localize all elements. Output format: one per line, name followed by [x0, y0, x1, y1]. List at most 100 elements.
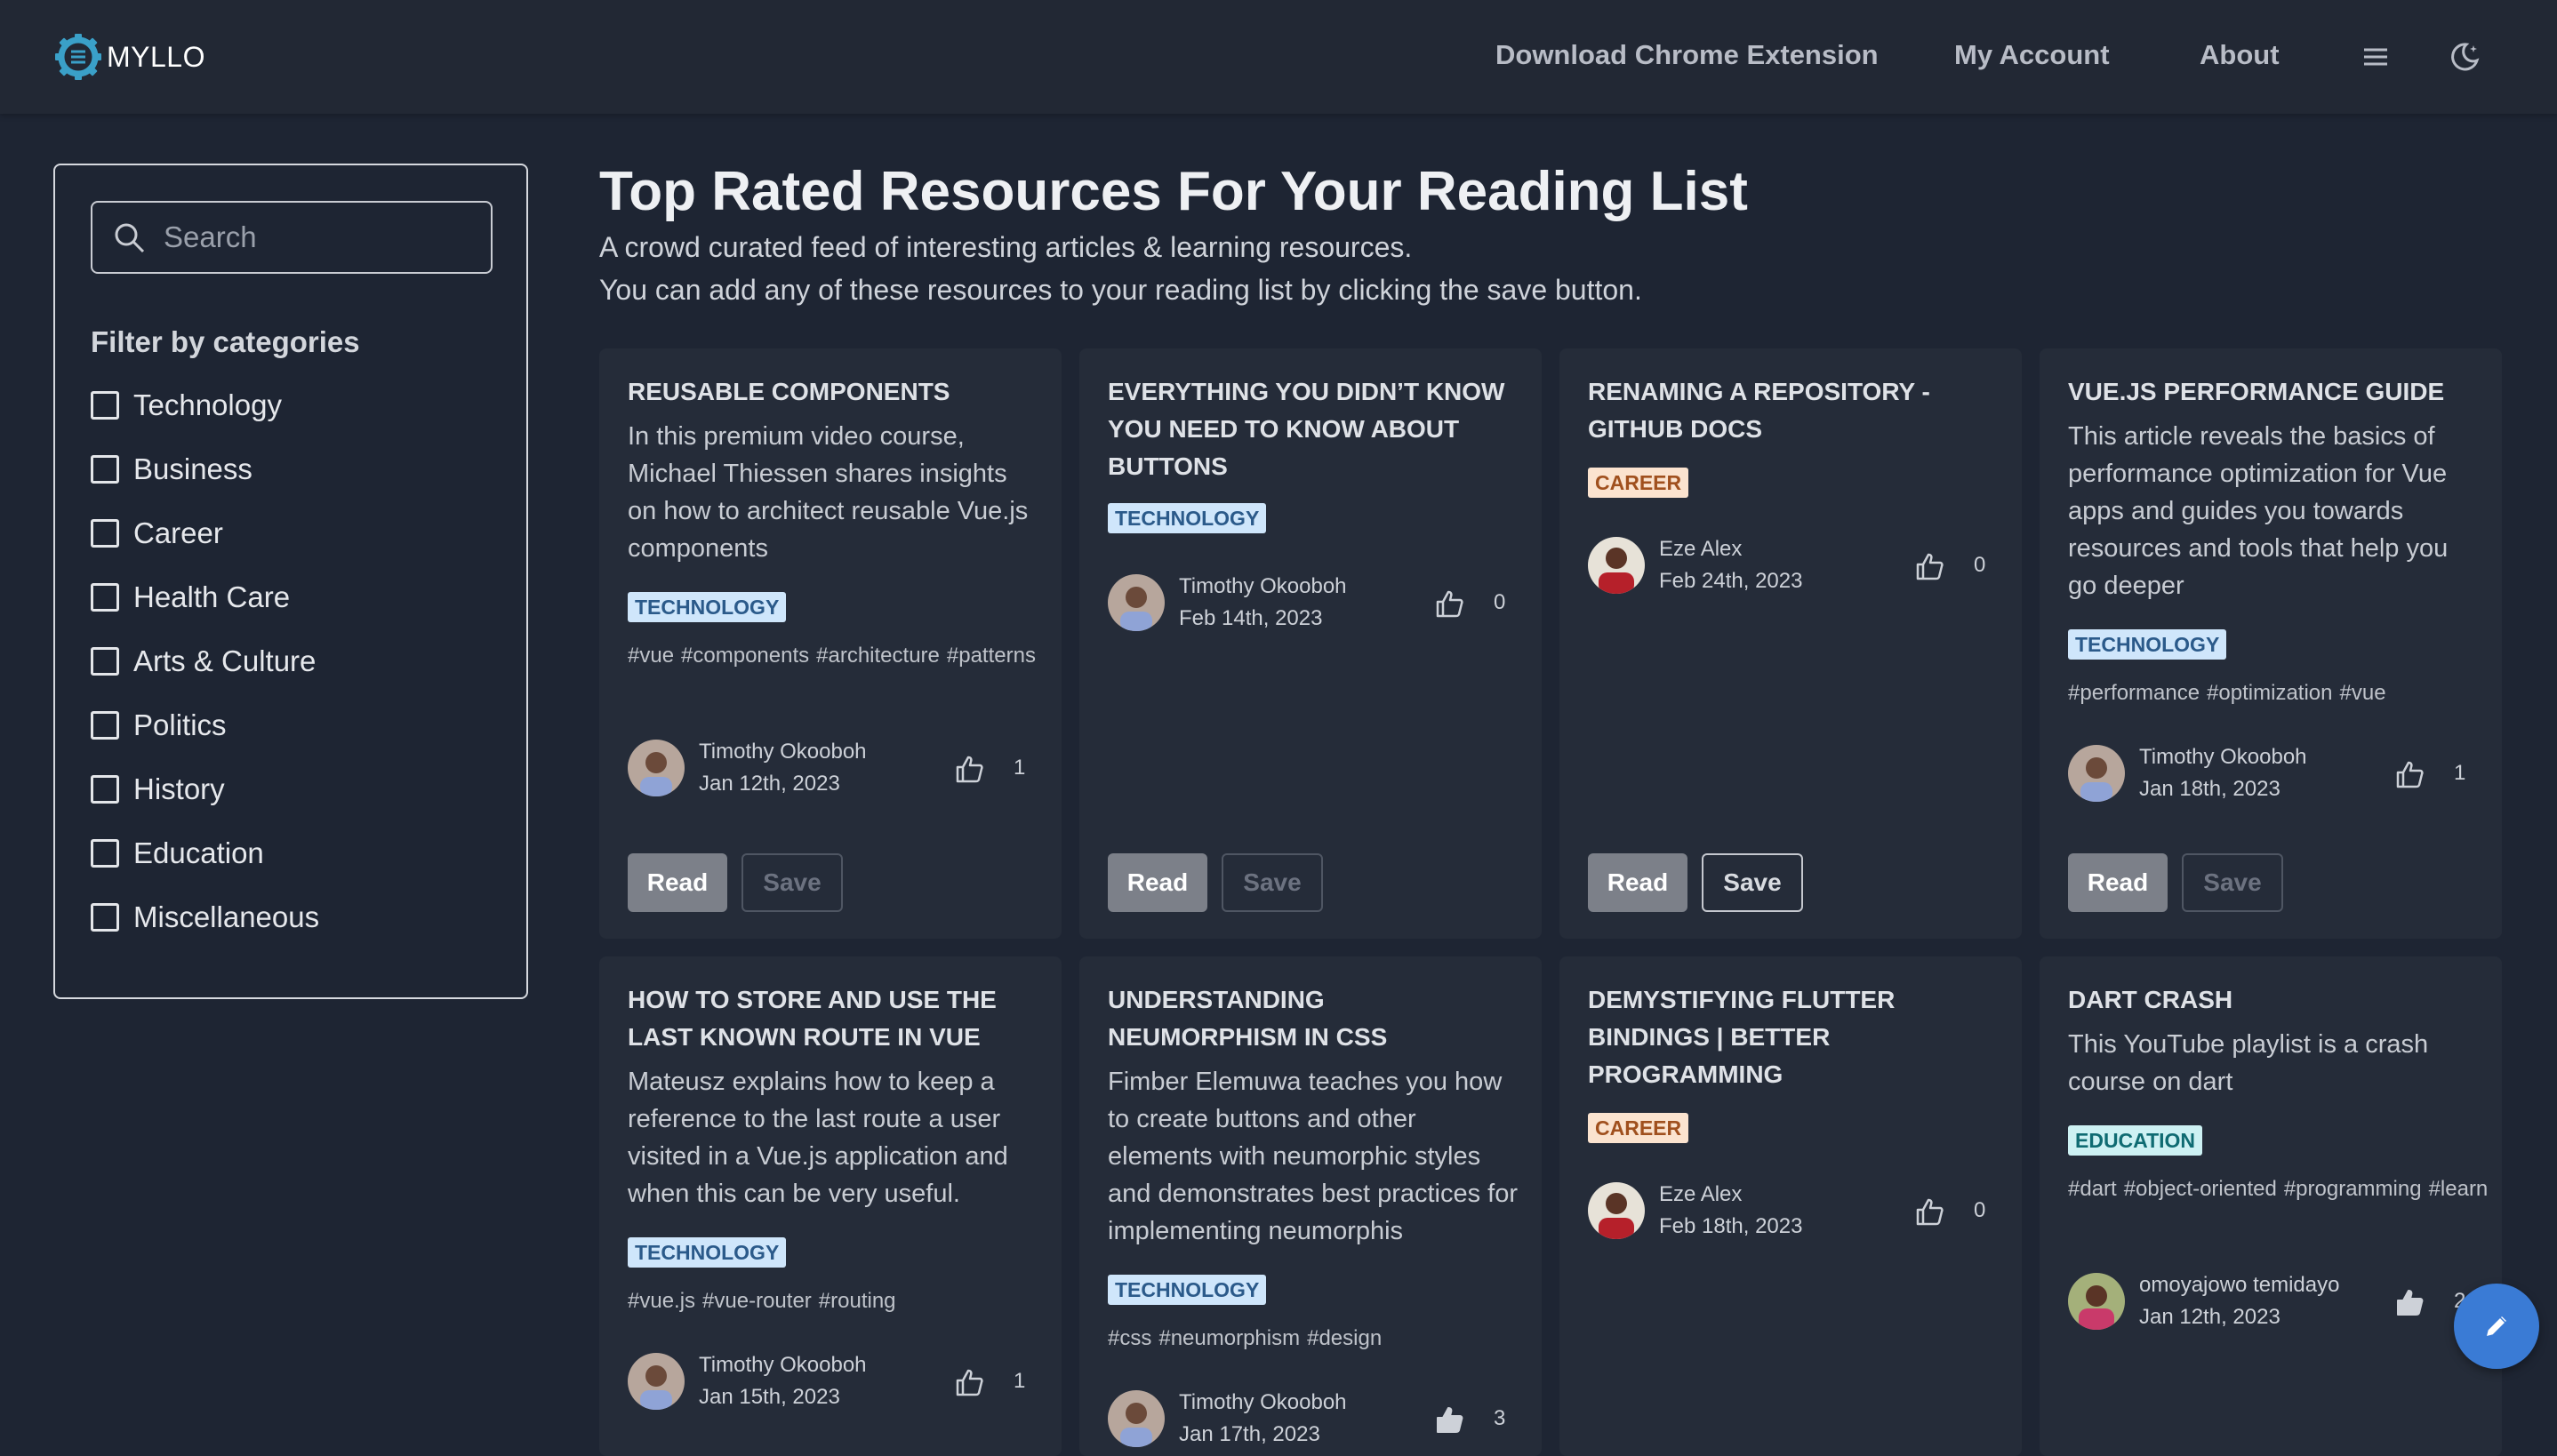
category-item-technology[interactable]: Technology: [91, 388, 319, 452]
hashtag[interactable]: #vue: [2340, 681, 2386, 705]
hashtag[interactable]: #object-oriented: [2124, 1177, 2277, 1201]
category-badge: TECHNOLOGY: [1108, 1275, 1267, 1305]
thumbs-up-filled-icon[interactable]: [1435, 1404, 1465, 1435]
post-date: Jan 15th, 2023: [699, 1385, 840, 1409]
category-item-miscellaneous[interactable]: Miscellaneous: [91, 900, 319, 964]
checkbox[interactable]: [91, 775, 119, 804]
hashtag[interactable]: #programming: [2284, 1177, 2422, 1201]
hashtag[interactable]: #patterns: [947, 644, 1036, 668]
checkbox[interactable]: [91, 455, 119, 484]
category-label: Business: [133, 452, 252, 485]
hashtag[interactable]: #vue-router: [702, 1289, 812, 1313]
card-title[interactable]: Everything You Didn’t Know You Need to K…: [1108, 373, 1517, 485]
avatar: [1588, 1182, 1645, 1239]
card-description: This article reveals the basics of perfo…: [2068, 422, 2449, 600]
category-item-business[interactable]: Business: [91, 452, 319, 516]
author-name: omoyajowo temidayo: [2139, 1273, 2340, 1297]
checkbox[interactable]: [91, 519, 119, 548]
author-row: Timothy Okooboh Feb 14th, 2023 0: [1108, 574, 1517, 633]
category-badge: TECHNOLOGY: [2068, 629, 2227, 660]
category-label: Education: [133, 836, 264, 869]
checkbox[interactable]: [91, 903, 119, 932]
hashtag[interactable]: #vue.js: [628, 1289, 695, 1313]
post-date: Feb 24th, 2023: [1659, 569, 1803, 593]
like-count: 1: [1014, 1369, 1026, 1393]
save-button[interactable]: Save: [2182, 853, 2283, 912]
create-post-fab[interactable]: [2454, 1284, 2539, 1369]
hashtag[interactable]: #optimization: [2207, 681, 2332, 705]
category-label: Arts & Culture: [133, 644, 317, 677]
like-count: 0: [1974, 553, 1986, 577]
author-name: Eze Alex: [1659, 537, 1743, 561]
card-description: In this premium video course, Michael Th…: [628, 422, 1029, 563]
read-button[interactable]: Read: [1108, 853, 1207, 912]
hashtag[interactable]: #neumorphism: [1158, 1326, 1300, 1350]
hashtag-list: #vue #components #architecture #patterns: [628, 640, 1042, 672]
save-button[interactable]: Save: [1702, 853, 1803, 912]
category-list: Technology Business Career Health Care A…: [91, 388, 319, 964]
save-button[interactable]: Save: [741, 853, 843, 912]
author-name: Eze Alex: [1659, 1182, 1743, 1206]
read-button[interactable]: Read: [2068, 853, 2168, 912]
hashtag[interactable]: #css: [1108, 1326, 1151, 1350]
hashtag[interactable]: #performance: [2068, 681, 2200, 705]
hashtag[interactable]: #design: [1307, 1326, 1382, 1350]
card-title[interactable]: Reusable Components: [628, 373, 1037, 411]
category-label: Politics: [133, 708, 227, 741]
thumbs-up-icon[interactable]: [1435, 588, 1465, 619]
nav-my-account[interactable]: My Account: [1954, 39, 2110, 71]
hashtag[interactable]: #learn: [2429, 1177, 2489, 1201]
hashtag[interactable]: #routing: [819, 1289, 896, 1313]
card-title[interactable]: Vue.js Performance Guide: [2068, 373, 2477, 411]
search-input[interactable]: [164, 212, 484, 263]
hashtag[interactable]: #dart: [2068, 1177, 2117, 1201]
hashtag-list: #dart #object-oriented #programming #learn: [2068, 1173, 2488, 1205]
checkbox[interactable]: [91, 391, 119, 420]
checkbox[interactable]: [91, 647, 119, 676]
hashtag[interactable]: #architecture: [816, 644, 940, 668]
avatar: [1108, 574, 1165, 631]
nav-about[interactable]: About: [2200, 39, 2280, 71]
card-title[interactable]: Demystifying Flutter Bindings | Better P…: [1588, 981, 1997, 1093]
category-label: Technology: [133, 388, 282, 421]
like-count: 0: [1494, 590, 1506, 614]
hashtag[interactable]: #vue: [628, 644, 674, 668]
nav-download-extension[interactable]: Download Chrome Extension: [1495, 39, 1879, 71]
read-button[interactable]: Read: [1588, 853, 1687, 912]
checkbox[interactable]: [91, 839, 119, 868]
thumbs-up-filled-icon[interactable]: [2395, 1287, 2425, 1317]
category-item-arts-culture[interactable]: Arts & Culture: [91, 644, 319, 708]
checkbox[interactable]: [91, 583, 119, 612]
page-subtitle-2: You can add any of these resources to yo…: [599, 274, 1642, 306]
author-name: Timothy Okooboh: [2139, 745, 2307, 769]
card-title[interactable]: Renaming a repository - GitHub Docs: [1588, 373, 1997, 448]
category-item-education[interactable]: Education: [91, 836, 319, 900]
moon-theme-icon[interactable]: [2447, 39, 2482, 75]
thumbs-up-icon[interactable]: [955, 754, 985, 784]
thumbs-up-icon[interactable]: [1915, 551, 1945, 581]
category-badge: CAREER: [1588, 1113, 1689, 1143]
author-row: Timothy Okooboh Jan 15th, 2023 1: [628, 1353, 1037, 1412]
author-row: Eze Alex Feb 18th, 2023 0: [1588, 1182, 1997, 1241]
like-count: 1: [2454, 761, 2466, 785]
category-item-health-care[interactable]: Health Care: [91, 580, 319, 644]
category-item-politics[interactable]: Politics: [91, 708, 319, 772]
save-button[interactable]: Save: [1222, 853, 1323, 912]
card-title[interactable]: Understanding Neumorphism in CSS: [1108, 981, 1517, 1056]
brand-link[interactable]: MYLLO: [53, 30, 205, 84]
avatar: [628, 740, 685, 796]
hamburger-menu-icon[interactable]: [2358, 39, 2393, 75]
author-row: Timothy Okooboh Jan 18th, 2023 1: [2068, 745, 2477, 804]
category-item-career[interactable]: Career: [91, 516, 319, 580]
thumbs-up-icon[interactable]: [1915, 1196, 1945, 1227]
hashtag[interactable]: #components: [681, 644, 809, 668]
page-subtitle: A crowd curated feed of interesting arti…: [599, 231, 1413, 263]
category-item-history[interactable]: History: [91, 772, 319, 836]
filter-title: Filter by categories: [91, 325, 360, 358]
thumbs-up-icon[interactable]: [955, 1367, 985, 1397]
card-title[interactable]: How to Store and Use the Last Known Rout…: [628, 981, 1037, 1056]
read-button[interactable]: Read: [628, 853, 727, 912]
card-title[interactable]: Dart Crash: [2068, 981, 2477, 1019]
checkbox[interactable]: [91, 711, 119, 740]
thumbs-up-icon[interactable]: [2395, 759, 2425, 789]
